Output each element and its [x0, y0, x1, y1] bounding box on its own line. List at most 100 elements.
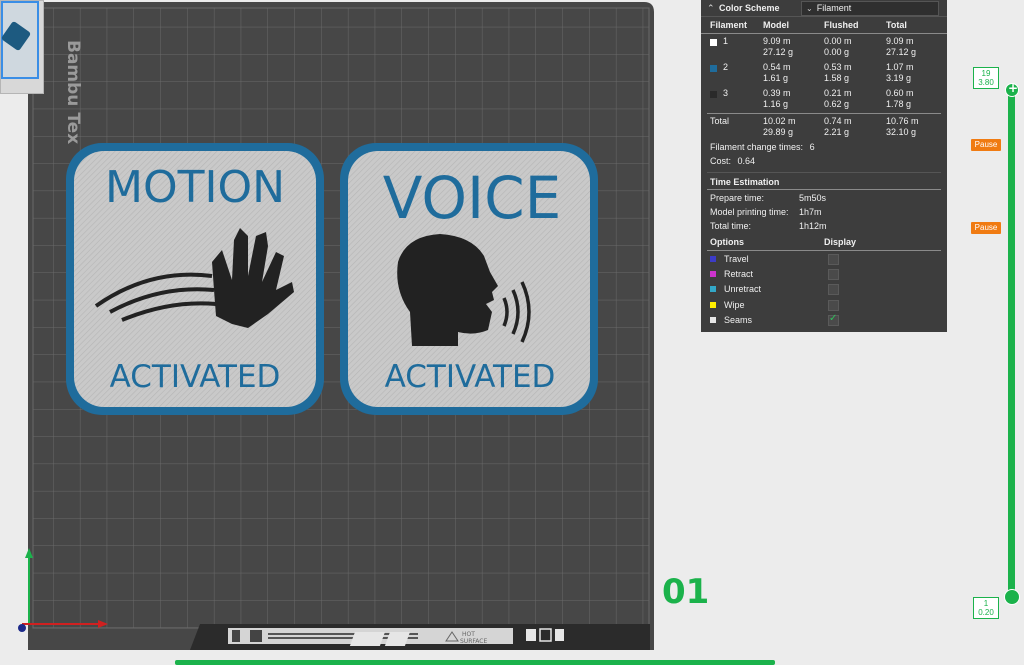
model-time-label: Model printing time:: [710, 207, 789, 217]
motion-sign[interactable]: MOTION ACTIVATED: [66, 143, 324, 415]
surface-label: SURFACE: [460, 638, 487, 645]
col-model: Model: [763, 20, 789, 30]
motion-title: MOTION: [105, 162, 285, 213]
travel-color-swatch: [710, 256, 716, 262]
prepare-time-label: Prepare time:: [710, 193, 765, 203]
voice-subtitle: ACTIVATED: [385, 359, 556, 395]
filament-change-times: Filament change times: 6: [710, 142, 815, 152]
filament-id: 2: [723, 62, 729, 72]
travel-checkbox[interactable]: [828, 254, 839, 265]
plate-thumbnail-selected[interactable]: [0, 1, 39, 79]
top-layer-label: 19 3.80: [973, 67, 999, 89]
retract-color-swatch: [710, 271, 716, 277]
pause-marker[interactable]: Pause: [971, 139, 1001, 151]
flushed-weight: 2.21 g: [824, 127, 850, 137]
filament-row: 3 0.39 m 1.16 g 0.21 m 0.62 g 0.60 m 1.7…: [701, 88, 947, 114]
total-length: 10.76 m: [886, 116, 919, 126]
col-filament: Filament: [710, 20, 748, 30]
option-retract: Retract: [710, 269, 753, 279]
cost-row: Cost: 0.64: [710, 156, 755, 166]
voice-sign[interactable]: VOICE ACTIVATED: [340, 143, 598, 415]
layer-slider-track[interactable]: [1008, 88, 1015, 598]
horizontal-move-slider[interactable]: [175, 660, 775, 665]
total-weight: 27.12 g: [886, 47, 917, 57]
option-travel: Travel: [710, 254, 749, 264]
total-weight: 1.78 g: [886, 99, 912, 109]
collapse-chevron-icon[interactable]: ⌃: [707, 3, 719, 14]
flushed-length: 0.21 m: [824, 88, 852, 98]
model-weight: 27.12 g: [763, 47, 794, 57]
plate-thumbnail[interactable]: [0, 0, 44, 94]
option-unretract: Unretract: [710, 284, 761, 294]
total-label: Total: [710, 116, 730, 126]
model-weight: 29.89 g: [763, 127, 794, 137]
option-label: Seams: [724, 315, 753, 325]
legend-columns: Filament Model Flushed Total: [701, 17, 947, 34]
total-row: Total 10.02 m 29.89 g 0.74 m 2.21 g 10.7…: [701, 116, 947, 142]
model-length: 9.09 m: [763, 36, 791, 46]
color-scheme-value: Filament: [816, 3, 852, 13]
top-layer-height: 3.80: [978, 78, 994, 87]
legend-title: Color Scheme: [719, 3, 780, 13]
top-layer-number: 19: [981, 69, 991, 78]
time-estimation-title: Time Estimation: [710, 177, 780, 187]
seams-checkbox[interactable]: [828, 313, 839, 326]
retract-checkbox[interactable]: [828, 269, 839, 280]
total-weight: 3.19 g: [886, 73, 912, 83]
gcode-legend-panel: ⌃ Color Scheme ⌄ Filament Filament Model…: [701, 0, 947, 332]
legend-header: ⌃ Color Scheme ⌄ Filament: [701, 0, 947, 17]
option-seams: Seams: [710, 315, 752, 325]
filament-id: 1: [723, 36, 729, 46]
option-label: Wipe: [724, 300, 745, 310]
filament-row: 2 0.54 m 1.61 g 0.53 m 1.58 g 1.07 m 3.1…: [701, 62, 947, 88]
model-weight: 1.16 g: [763, 99, 789, 109]
flushed-weight: 0.00 g: [824, 47, 850, 57]
unretract-checkbox[interactable]: [828, 284, 839, 295]
unretract-color-swatch: [710, 286, 716, 292]
wipe-color-swatch: [710, 302, 716, 308]
bottom-layer-number: 1: [983, 599, 989, 608]
pause-marker[interactable]: Pause: [971, 222, 1001, 234]
wipe-checkbox[interactable]: [828, 300, 839, 311]
hot-label: HOT: [462, 631, 475, 638]
total-time-value: 1h12m: [799, 221, 827, 231]
flushed-weight: 0.62 g: [824, 99, 850, 109]
filament-swatch: [710, 65, 717, 72]
total-length: 9.09 m: [886, 36, 914, 46]
filament-id: 3: [723, 88, 729, 98]
color-scheme-select[interactable]: ⌄ Filament: [801, 0, 939, 16]
filament-swatch: [710, 39, 717, 46]
model-time-value: 1h7m: [799, 207, 822, 217]
bottom-layer-height: 0.20: [978, 608, 994, 617]
total-length: 1.07 m: [886, 62, 914, 72]
change-times-label: Filament change times:: [710, 142, 804, 152]
flushed-length: 0.00 m: [824, 36, 852, 46]
plate-brand-label: Bambu Tex: [63, 40, 83, 144]
change-times-value: 6: [809, 142, 815, 152]
model-length: 10.02 m: [763, 116, 796, 126]
options-title: Options: [710, 237, 744, 247]
option-wipe: Wipe: [710, 300, 745, 310]
plate-number: 01: [662, 572, 710, 612]
col-flushed: Flushed: [824, 20, 859, 30]
filament-row: 1 9.09 m 27.12 g 0.00 m 0.00 g 9.09 m 27…: [701, 36, 947, 62]
filament-swatch: [710, 91, 717, 98]
option-label: Unretract: [724, 284, 762, 294]
option-label: Retract: [724, 269, 754, 279]
bottom-layer-handle[interactable]: [1004, 589, 1020, 605]
add-pause-icon[interactable]: [1005, 81, 1019, 97]
total-time-label: Total time:: [710, 221, 752, 231]
model-weight: 1.61 g: [763, 73, 789, 83]
chevron-down-icon: ⌄: [806, 3, 813, 13]
model-length: 0.39 m: [763, 88, 791, 98]
option-label: Travel: [724, 254, 749, 264]
model-length: 0.54 m: [763, 62, 791, 72]
voice-title: VOICE: [383, 164, 562, 232]
cost-label: Cost:: [710, 156, 732, 166]
thumbnail-object: [0, 20, 32, 52]
total-length: 0.60 m: [886, 88, 914, 98]
bottom-layer-label: 1 0.20: [973, 597, 999, 619]
flushed-weight: 1.58 g: [824, 73, 850, 83]
prepare-time-value: 5m50s: [799, 193, 827, 203]
motion-subtitle: ACTIVATED: [110, 359, 281, 395]
